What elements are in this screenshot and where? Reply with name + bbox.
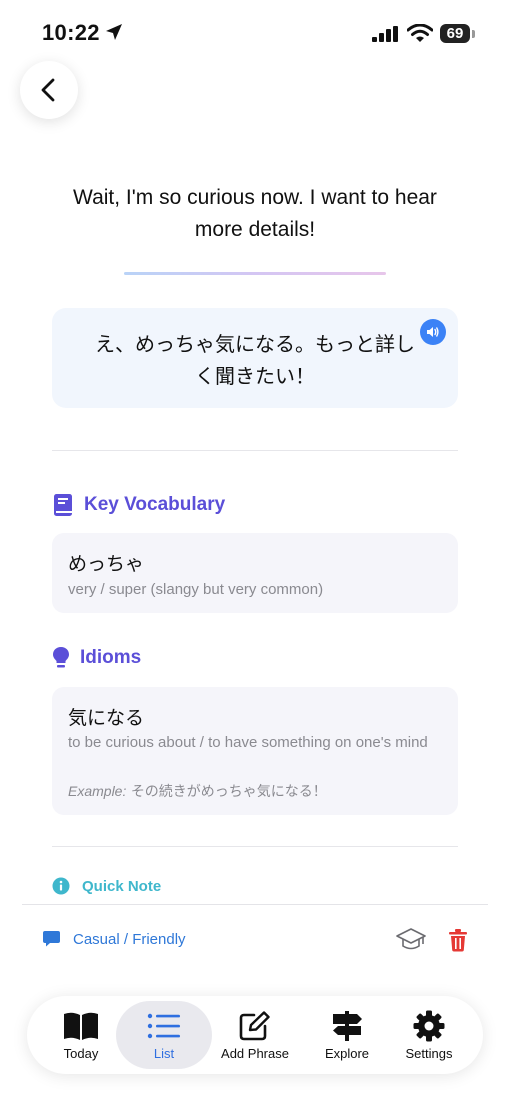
vocabulary-card: めっちゃ very / super (slangy but very commo… bbox=[52, 533, 458, 613]
tone-label: Casual / Friendly bbox=[73, 930, 186, 948]
back-button[interactable] bbox=[20, 61, 78, 119]
idiom-card: 気になる to be curious about / to have somet… bbox=[52, 687, 458, 815]
book-open-icon bbox=[64, 1012, 98, 1040]
section-divider bbox=[52, 450, 458, 451]
quick-note-header: Quick Note bbox=[52, 877, 161, 895]
tab-list[interactable]: List bbox=[130, 996, 198, 1074]
status-bar: 10:22 69 bbox=[0, 0, 510, 66]
tab-label: Add Phrase bbox=[221, 1046, 289, 1061]
speech-bubble-icon bbox=[43, 931, 60, 947]
learn-button[interactable] bbox=[396, 926, 426, 954]
vocab-term: めっちゃ bbox=[68, 553, 145, 575]
japanese-phrase: え、めっちゃ気になる。もっと詳しく聞きたい！ bbox=[95, 332, 415, 388]
delete-button[interactable] bbox=[448, 928, 468, 952]
tab-label: Settings bbox=[405, 1046, 453, 1061]
edit-icon bbox=[239, 1011, 270, 1041]
idiom-meaning: to be curious about / to have something … bbox=[68, 734, 428, 751]
section-divider bbox=[52, 846, 458, 847]
speaker-icon bbox=[427, 327, 439, 337]
example-label: Example: bbox=[68, 783, 127, 799]
wifi-icon bbox=[407, 24, 433, 42]
tab-today[interactable]: Today bbox=[47, 996, 115, 1074]
japanese-phrase-card: え、めっちゃ気になる。もっと詳しく聞きたい！ bbox=[52, 308, 458, 408]
location-arrow-icon bbox=[106, 24, 122, 40]
status-time: 10:22 bbox=[42, 20, 100, 45]
idiom-term: 気になる bbox=[68, 707, 145, 729]
list-icon bbox=[147, 1013, 180, 1039]
tab-bar: Today List Add Phrase Explore Settings bbox=[27, 996, 483, 1074]
vocab-meaning: very / super (slangy but very common) bbox=[68, 581, 324, 598]
tone-tag: Casual / Friendly bbox=[42, 930, 186, 948]
tab-label: Today bbox=[63, 1046, 99, 1061]
action-bar-divider bbox=[22, 904, 488, 905]
signpost-icon bbox=[333, 1011, 362, 1041]
tab-label: List bbox=[153, 1046, 175, 1061]
cellular-signal-icon bbox=[372, 26, 398, 42]
tab-explore[interactable]: Explore bbox=[315, 996, 379, 1074]
gradient-divider bbox=[124, 272, 386, 275]
lightbulb-icon bbox=[53, 647, 69, 668]
info-icon bbox=[52, 877, 70, 895]
gear-icon bbox=[413, 1010, 445, 1042]
quick-note-title: Quick Note bbox=[82, 877, 162, 895]
idiom-example: Example: その続きがめっちゃ気になる！ bbox=[68, 781, 327, 801]
idioms-header: Idioms bbox=[52, 646, 141, 670]
vocabulary-header: Key Vocabulary bbox=[52, 493, 225, 517]
chevron-left-icon bbox=[41, 78, 55, 102]
battery-indicator: 69 bbox=[440, 24, 470, 43]
english-phrase: Wait, I'm so curious now. I want to hear… bbox=[73, 186, 437, 241]
tab-label: Explore bbox=[324, 1046, 370, 1061]
play-audio-button[interactable] bbox=[420, 319, 446, 345]
book-icon bbox=[54, 494, 72, 516]
vocabulary-title: Key Vocabulary bbox=[84, 494, 226, 515]
tab-add-phrase[interactable]: Add Phrase bbox=[217, 996, 293, 1074]
idioms-title: Idioms bbox=[80, 647, 142, 668]
example-text: その続きがめっちゃ気になる！ bbox=[130, 784, 327, 800]
tab-settings[interactable]: Settings bbox=[395, 996, 463, 1074]
battery-nub bbox=[472, 30, 475, 38]
